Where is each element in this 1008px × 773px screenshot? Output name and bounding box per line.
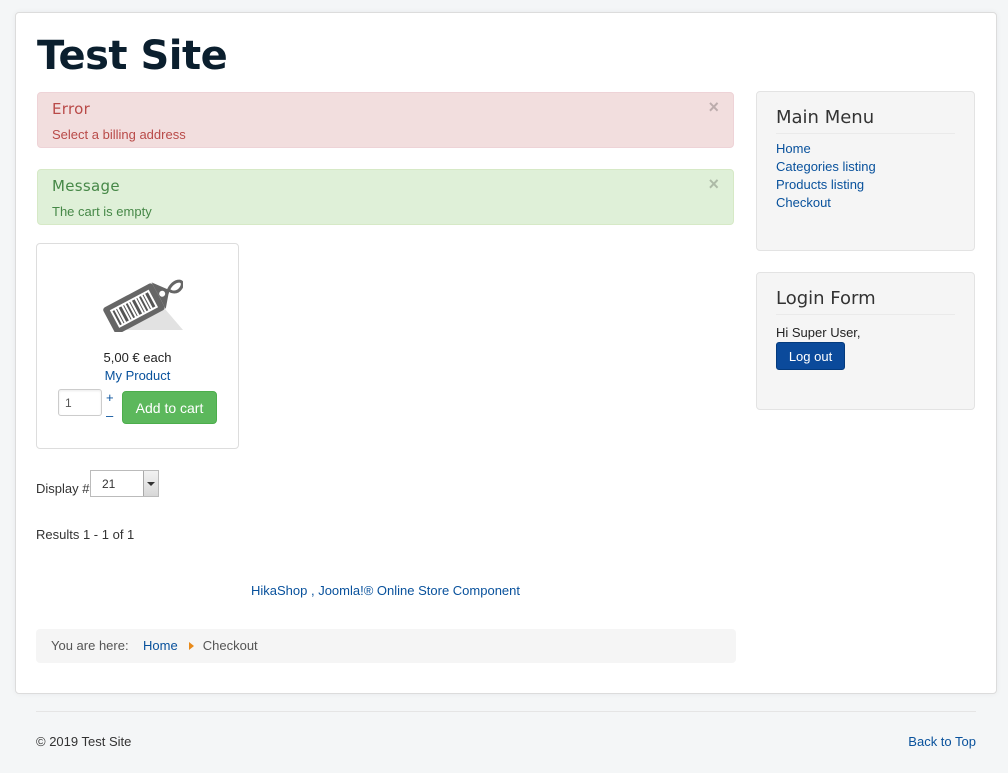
breadcrumb-home-link[interactable]: Home [143,638,178,653]
product-name-link[interactable]: My Product [37,368,238,383]
login-form-module: Login Form Hi Super User, Log out [756,272,975,410]
display-count-select[interactable]: 21 [90,470,159,497]
menu-item-home[interactable]: Home [776,141,811,156]
login-form-title: Login Form [776,288,955,315]
display-count-value: 21 [102,477,116,491]
error-message: Select a billing address [52,127,186,142]
quantity-plus-button[interactable]: + [106,390,114,405]
breadcrumb: You are here: Home Checkout [36,629,736,663]
message-text: The cart is empty [52,204,152,219]
menu-item-checkout[interactable]: Checkout [776,195,831,210]
product-price: 5,00 € each [103,350,172,365]
login-greeting: Hi Super User, [776,325,861,340]
message-close-icon[interactable]: × [708,174,719,194]
message-alert: Message The cart is empty × [37,169,734,225]
main-menu-list: Home Categories listing Products listing… [776,140,955,212]
error-alert: Error Select a billing address × [37,92,734,148]
main-menu-title: Main Menu [776,107,955,134]
menu-item-products-listing[interactable]: Products listing [776,177,864,192]
main-menu-module: Main Menu Home Categories listing Produc… [756,91,975,251]
chevron-down-icon[interactable] [143,471,158,496]
powered-by-link[interactable]: HikaShop , Joomla!® Online Store Compone… [251,583,520,598]
product-card: 5,00 € each My Product + – Add to cart [36,243,239,449]
breadcrumb-prefix: You are here: [51,638,129,653]
back-to-top-link[interactable]: Back to Top [908,734,976,749]
results-count: Results 1 - 1 of 1 [36,527,135,542]
error-close-icon[interactable]: × [708,97,719,117]
price-tag-icon[interactable] [97,272,183,332]
quantity-minus-button[interactable]: – [106,408,113,423]
display-label: Display # [36,481,90,496]
error-heading: Error [52,100,91,118]
message-heading: Message [52,177,120,195]
breadcrumb-current: Checkout [202,638,258,653]
add-to-cart-button[interactable]: Add to cart [122,391,217,424]
site-title[interactable]: Test Site [37,33,228,79]
quantity-input[interactable] [58,389,102,416]
logout-button[interactable]: Log out [776,342,845,370]
breadcrumb-separator-icon [188,642,194,650]
footer-copyright: © 2019 Test Site [36,734,132,749]
footer-divider [36,711,976,712]
menu-item-categories-listing[interactable]: Categories listing [776,159,876,174]
